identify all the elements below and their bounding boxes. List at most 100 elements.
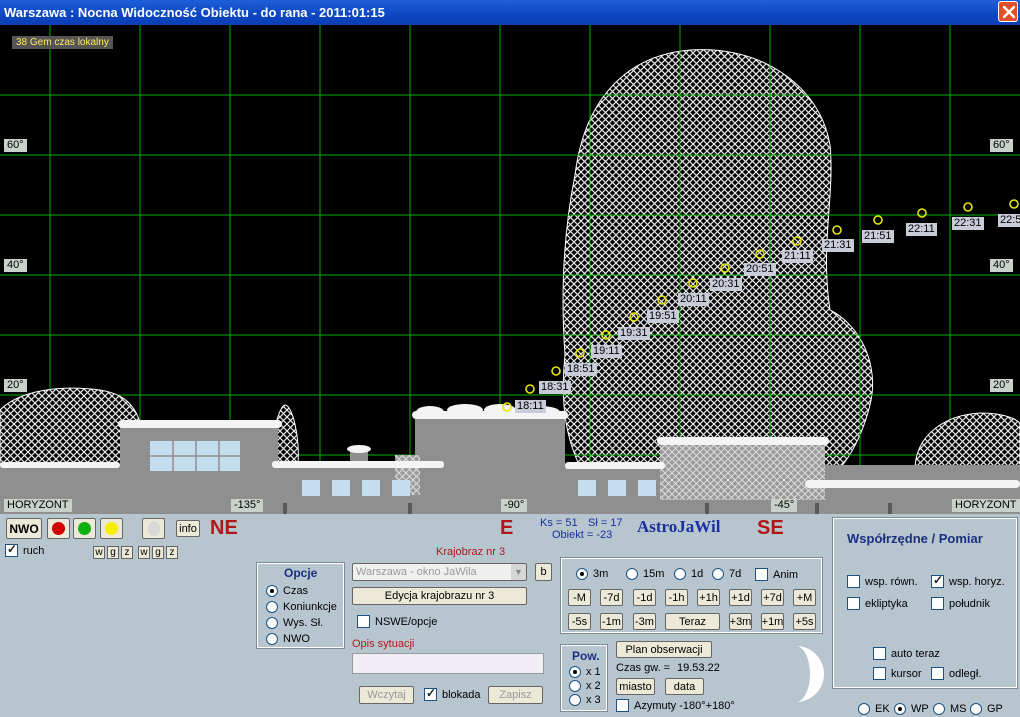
direction-e-label: E: [500, 517, 514, 539]
wsp-rown-checkbox[interactable]: wsp. równ.: [847, 575, 918, 588]
ms-radio[interactable]: MS: [933, 703, 967, 715]
plus-1h-button[interactable]: +1h: [697, 589, 720, 606]
opcje-wys-sl-radio[interactable]: Wys. Sł.: [266, 617, 323, 629]
track-time-label: 22:11: [906, 223, 937, 236]
azimuth-label-minus135: -135°: [231, 499, 264, 512]
track-time-label: 20:11: [678, 293, 709, 306]
wsp-horyz-checkbox[interactable]: wsp. horyz.: [931, 573, 1005, 588]
edycja-krajobrazu-button[interactable]: Edycja krajobrazu nr 3: [352, 587, 527, 605]
close-button[interactable]: [998, 1, 1018, 22]
step-1d-radio[interactable]: 1d: [674, 568, 703, 580]
altitude-label-20: 20°: [4, 379, 27, 392]
track-time-label: 19:31: [618, 327, 650, 340]
step-7d-radio[interactable]: 7d: [712, 568, 741, 580]
plus-7d-button[interactable]: +7d: [761, 589, 784, 606]
ekliptyka-checkbox[interactable]: ekliptyka: [847, 597, 908, 610]
small-w-button-2[interactable]: w: [138, 546, 150, 559]
opcje-koniunkcje-radio[interactable]: Koniunkcje: [266, 601, 337, 613]
data-button[interactable]: data: [665, 678, 704, 695]
green-dot-icon: [78, 522, 91, 535]
krajobraz-select[interactable]: Warszawa - okno JaWila ▼: [352, 563, 527, 581]
miasto-button[interactable]: miasto: [616, 678, 655, 695]
moon-button[interactable]: [142, 518, 165, 539]
auto-teraz-checkbox[interactable]: auto teraz: [873, 647, 940, 660]
plus-1m-button[interactable]: +1m: [761, 613, 784, 630]
direction-se-label: SE: [757, 517, 784, 539]
small-w-button[interactable]: w: [93, 546, 105, 559]
track-time-label: 21:31: [822, 239, 854, 252]
opcje-nwo-radio[interactable]: NWO: [266, 633, 310, 645]
small-g-button[interactable]: g: [107, 546, 119, 559]
pow-x3-radio[interactable]: x 3: [569, 694, 601, 706]
poludnik-checkbox[interactable]: południk: [931, 597, 990, 610]
wp-radio[interactable]: WP: [894, 703, 929, 715]
coords-title: Współrzędne / Pomiar: [847, 531, 983, 546]
ruch-checkbox-box[interactable]: [5, 542, 18, 557]
sky-chart[interactable]: 38 Gem czas lokalny 60° 40° 20° 60° 40° …: [0, 25, 1020, 514]
step-15m-radio[interactable]: 15m: [626, 568, 664, 580]
info-button[interactable]: info: [176, 520, 200, 537]
ruch-label: ruch: [23, 544, 45, 557]
moon-phase-icon: [796, 646, 824, 702]
wczytaj-button[interactable]: Wczytaj: [359, 686, 414, 704]
ek-radio[interactable]: EK: [858, 703, 890, 715]
pow-title: Pow.: [572, 649, 600, 663]
track-time-label: 20:31: [710, 278, 742, 291]
altitude-label-60-right: 60°: [990, 139, 1013, 152]
gp-radio[interactable]: GP: [970, 703, 1003, 715]
yellow-dot-icon: [105, 522, 118, 535]
minus-7d-button[interactable]: -7d: [600, 589, 623, 606]
minus-month-button[interactable]: -M: [568, 589, 591, 606]
pow-x2-radio[interactable]: x 2: [569, 680, 601, 692]
small-z-button-2[interactable]: z: [166, 546, 178, 559]
altitude-label-40-right: 40°: [990, 259, 1013, 272]
minus-5s-button[interactable]: -5s: [568, 613, 591, 630]
track-time-label: 20:51: [744, 263, 776, 276]
czas-gw-label: Czas gw. =: [616, 662, 671, 674]
azimuth-label-horizon-right: HORYZONT: [952, 499, 1020, 512]
sl-value: Sł = 17: [588, 517, 623, 529]
nwo-button[interactable]: NWO: [6, 518, 42, 539]
moon-icon: [147, 521, 160, 536]
chevron-down-icon: ▼: [511, 564, 526, 580]
red-button[interactable]: [47, 518, 70, 539]
b-button[interactable]: b: [535, 563, 552, 581]
opcje-czas-radio[interactable]: Czas: [266, 585, 308, 597]
azimuth-label-minus45: -45°: [771, 499, 798, 512]
yellow-button[interactable]: [100, 518, 123, 539]
teraz-button[interactable]: Teraz: [665, 613, 720, 630]
small-g-button-2[interactable]: g: [152, 546, 164, 559]
minus-1h-button[interactable]: -1h: [665, 589, 688, 606]
opis-label: Opis sytuacji: [352, 638, 415, 650]
green-button[interactable]: [73, 518, 96, 539]
plus-3m-button[interactable]: +3m: [729, 613, 752, 630]
minus-1d-button[interactable]: -1d: [633, 589, 656, 606]
step-3m-radio[interactable]: 3m: [576, 568, 608, 580]
track-time-label: 22:51: [998, 214, 1020, 227]
track-time-label: 18:51: [565, 363, 597, 376]
plus-5s-button[interactable]: +5s: [793, 613, 816, 630]
anim-checkbox[interactable]: Anim: [755, 568, 798, 581]
altitude-label-40: 40°: [4, 259, 27, 272]
odlegl-checkbox[interactable]: odległ.: [931, 667, 981, 680]
zapisz-button[interactable]: Zapisz: [488, 686, 543, 704]
kursor-checkbox[interactable]: kursor: [873, 667, 922, 680]
blokada-checkbox[interactable]: blokada: [424, 686, 481, 701]
tree-large: [562, 49, 874, 486]
track-time-label: 22:31: [952, 217, 984, 230]
pow-panel: Pow. x 1 x 2 x 3: [560, 644, 608, 712]
red-dot-icon: [52, 522, 65, 535]
opis-input[interactable]: [352, 653, 544, 674]
minus-1m-button[interactable]: -1m: [600, 613, 623, 630]
pow-x1-radio[interactable]: x 1: [569, 666, 601, 678]
plus-month-button[interactable]: +M: [793, 589, 816, 606]
small-z-button[interactable]: z: [121, 546, 133, 559]
azymuty-checkbox[interactable]: Azymuty -180°+180°: [616, 699, 735, 712]
ruch-checkbox[interactable]: ruch: [5, 542, 45, 557]
plus-1d-button[interactable]: +1d: [729, 589, 752, 606]
minus-3m-button[interactable]: -3m: [633, 613, 656, 630]
plan-obserwacji-button[interactable]: Plan obserwacji: [616, 641, 712, 658]
track-time-label: 21:51: [862, 230, 894, 243]
czas-gw-value: 19.53.22: [677, 662, 720, 674]
nswe-checkbox[interactable]: NSWE/opcje: [357, 615, 437, 628]
